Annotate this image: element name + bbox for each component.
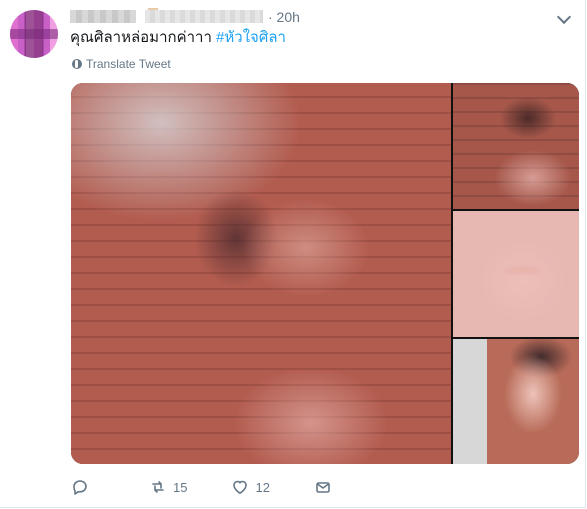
retweet-action[interactable]: 15 [149,478,187,496]
tweet-text: คุณศิลาหล่อมากค่าาา #หัวใจศิลา [70,28,286,48]
hashtag-link[interactable]: #หัวใจศิลา [216,29,286,46]
media-grid [71,83,579,464]
media-image-bottom-right[interactable] [453,339,579,464]
reply-icon [71,478,89,496]
retweet-icon [149,478,167,496]
action-bar: 15 12 [71,476,332,498]
avatar-pixelation [10,10,58,58]
timestamp[interactable]: · 20h [268,9,300,25]
media-image-top-right[interactable] [453,83,579,209]
retweet-count: 15 [173,479,188,495]
media-image-main[interactable] [71,83,451,464]
reply-action[interactable] [71,478,105,496]
like-action[interactable]: 12 [231,478,270,496]
translate-label: Translate Tweet [86,57,171,71]
username-blurred[interactable] [145,10,263,23]
direct-message-action[interactable] [314,478,332,496]
envelope-icon [314,478,332,496]
tweet-text-main: คุณศิลาหล่อมากค่าาา [70,29,217,46]
display-name-blurred[interactable] [70,10,136,23]
media-image-middle-right[interactable] [453,211,579,337]
globe-icon [72,59,82,69]
avatar[interactable] [10,10,58,58]
translate-tweet-link[interactable]: Translate Tweet [72,57,171,71]
heart-icon [231,478,249,496]
like-count: 12 [255,479,270,495]
